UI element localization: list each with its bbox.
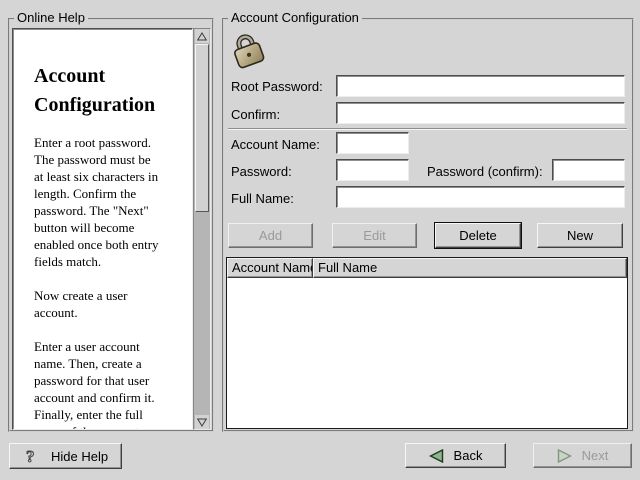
- password-confirm-input[interactable]: [552, 159, 625, 181]
- online-help-frame-label: Online Help: [14, 11, 88, 25]
- scroll-up-button[interactable]: [195, 29, 209, 43]
- root-password-label: Root Password:: [231, 79, 323, 94]
- next-button-label: Next: [582, 448, 609, 463]
- hide-help-button[interactable]: ? Hide Help: [9, 443, 122, 469]
- account-name-input[interactable]: [336, 132, 409, 154]
- next-arrow-icon: [557, 449, 572, 463]
- hide-help-button-label: Hide Help: [51, 449, 108, 464]
- padlock-icon: [228, 30, 268, 72]
- account-configuration-frame-label: Account Configuration: [228, 11, 362, 25]
- account-name-label: Account Name:: [231, 137, 320, 152]
- account-table-body[interactable]: [227, 278, 627, 428]
- horizontal-separator: [228, 128, 627, 130]
- full-name-label: Full Name:: [231, 191, 294, 206]
- confirm-label: Confirm:: [231, 107, 280, 122]
- password-label: Password:: [231, 164, 292, 179]
- next-button[interactable]: Next: [533, 443, 632, 468]
- edit-button-label: Edit: [363, 228, 385, 243]
- scroll-down-icon: [197, 418, 207, 427]
- edit-button[interactable]: Edit: [332, 223, 417, 248]
- installer-window: Online Help Account Configuration Enter …: [0, 0, 640, 480]
- scrollbar-thumb[interactable]: [195, 44, 209, 212]
- account-table: Account Name Full Name: [226, 257, 628, 429]
- back-button-label: Back: [454, 448, 483, 463]
- full-name-input[interactable]: [336, 186, 625, 208]
- delete-button-label: Delete: [459, 228, 497, 243]
- add-button[interactable]: Add: [228, 223, 313, 248]
- help-paragraph: Now create a user account.: [34, 287, 184, 321]
- password-input[interactable]: [336, 159, 409, 181]
- column-header-account-name[interactable]: Account Name: [227, 258, 313, 278]
- back-button[interactable]: Back: [405, 443, 506, 468]
- delete-button[interactable]: Delete: [435, 223, 521, 248]
- svg-text:?: ?: [26, 447, 35, 466]
- new-button[interactable]: New: [537, 223, 623, 248]
- scroll-down-button[interactable]: [195, 415, 209, 429]
- back-arrow-icon: [429, 449, 444, 463]
- password-confirm-label: Password (confirm):: [427, 164, 543, 179]
- help-heading: Account Configuration: [34, 62, 184, 120]
- root-password-input[interactable]: [336, 75, 625, 97]
- help-paragraph: Enter a user account name. Then, create …: [34, 338, 184, 430]
- confirm-password-input[interactable]: [336, 102, 625, 124]
- help-paragraph: Enter a root password. The password must…: [34, 134, 184, 270]
- help-content: Account Configuration Enter a root passw…: [13, 62, 192, 430]
- scroll-up-icon: [197, 32, 207, 41]
- help-text-panel: Account Configuration Enter a root passw…: [12, 28, 193, 430]
- question-mark-icon: ?: [25, 447, 38, 466]
- add-button-label: Add: [259, 228, 282, 243]
- new-button-label: New: [567, 228, 593, 243]
- account-table-header: Account Name Full Name: [227, 258, 627, 278]
- column-header-full-name[interactable]: Full Name: [313, 258, 627, 278]
- help-scrollbar[interactable]: [193, 28, 211, 430]
